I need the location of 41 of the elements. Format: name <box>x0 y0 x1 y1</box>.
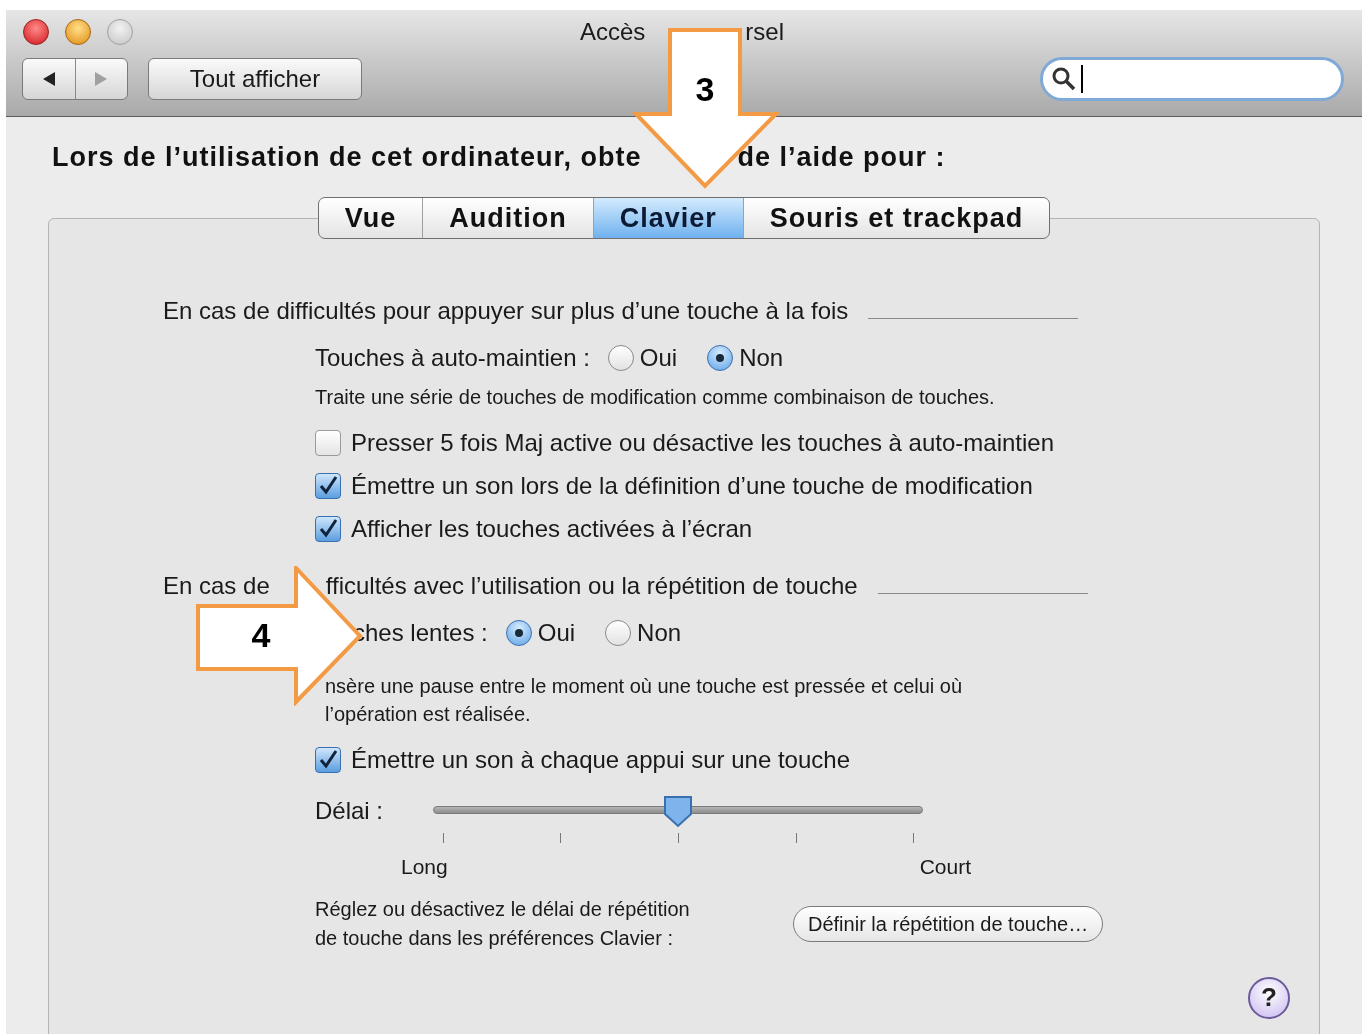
section-heading: En cas de difficultés pour appuyer sur plus d’une touche à la fois <box>163 296 849 326</box>
radio-label[interactable]: Non <box>637 615 682 651</box>
right-triangle-icon <box>94 71 109 87</box>
checkbox[interactable] <box>315 746 341 773</box>
callout-number: 4 <box>250 618 272 652</box>
section-heading: En cas de <box>163 571 270 601</box>
tab[interactable]: Vue <box>318 198 423 238</box>
radio-label[interactable]: Oui <box>537 615 576 651</box>
slider-max-label: Court <box>919 854 971 880</box>
text-cursor <box>1081 65 1083 93</box>
radio-label[interactable]: Oui <box>639 340 678 376</box>
checkbox-label[interactable]: Émettre un son à chaque appui sur une touche <box>351 741 850 778</box>
tab[interactable]: Audition <box>422 198 593 238</box>
radio-label[interactable]: Non <box>739 340 784 376</box>
callout-number: 3 <box>694 72 716 106</box>
window-title: Accès <box>580 17 646 47</box>
section-heading: fficultés avec l’utilisation ou la répétition de touche <box>325 571 858 601</box>
hint-text: Traite une série de touches de modification comme combinaison de touches. <box>315 385 996 410</box>
checkbox[interactable] <box>315 515 341 542</box>
search-field[interactable] <box>1040 57 1344 101</box>
slider-min-label: Long <box>401 854 448 880</box>
search-icon <box>1051 66 1077 92</box>
slider-label: Délai : <box>315 796 385 826</box>
tab[interactable]: Souris et trackpad <box>742 198 1050 238</box>
hint-text: nsère une pause entre le moment où une touche est pressée et celui où l’opération est réalisée. <box>325 674 964 727</box>
repeat-settings-button[interactable]: Définir la répétition de touche… <box>793 905 1104 942</box>
checkbox-label[interactable]: Presser 5 fois Maj active ou désactive les touches à auto-maintien <box>351 424 1055 461</box>
window-title: rsel <box>745 17 785 47</box>
heading: de l’aide pour : <box>737 140 946 174</box>
show-all-button[interactable]: Tout afficher <box>148 58 362 100</box>
checkbox[interactable] <box>315 472 341 499</box>
left-triangle-icon <box>41 71 56 87</box>
checkbox[interactable] <box>315 429 341 456</box>
heading: Lors de l’utilisation de cet ordinateur, obte <box>52 140 642 174</box>
tab[interactable]: Clavier <box>592 198 743 238</box>
minimize-button[interactable] <box>65 19 91 45</box>
description-text: Réglez ou désactivez le délai de répétition de touche dans les préférences Clavier : <box>315 896 691 951</box>
checkbox-label[interactable]: Afficher les touches activées à l’écran <box>351 510 753 547</box>
checkbox-label[interactable]: Émettre un son lors de la définition d’une touche de modification <box>351 467 1033 504</box>
option-label: Touches à auto-maintien : <box>315 343 590 373</box>
close-button[interactable] <box>23 19 49 45</box>
